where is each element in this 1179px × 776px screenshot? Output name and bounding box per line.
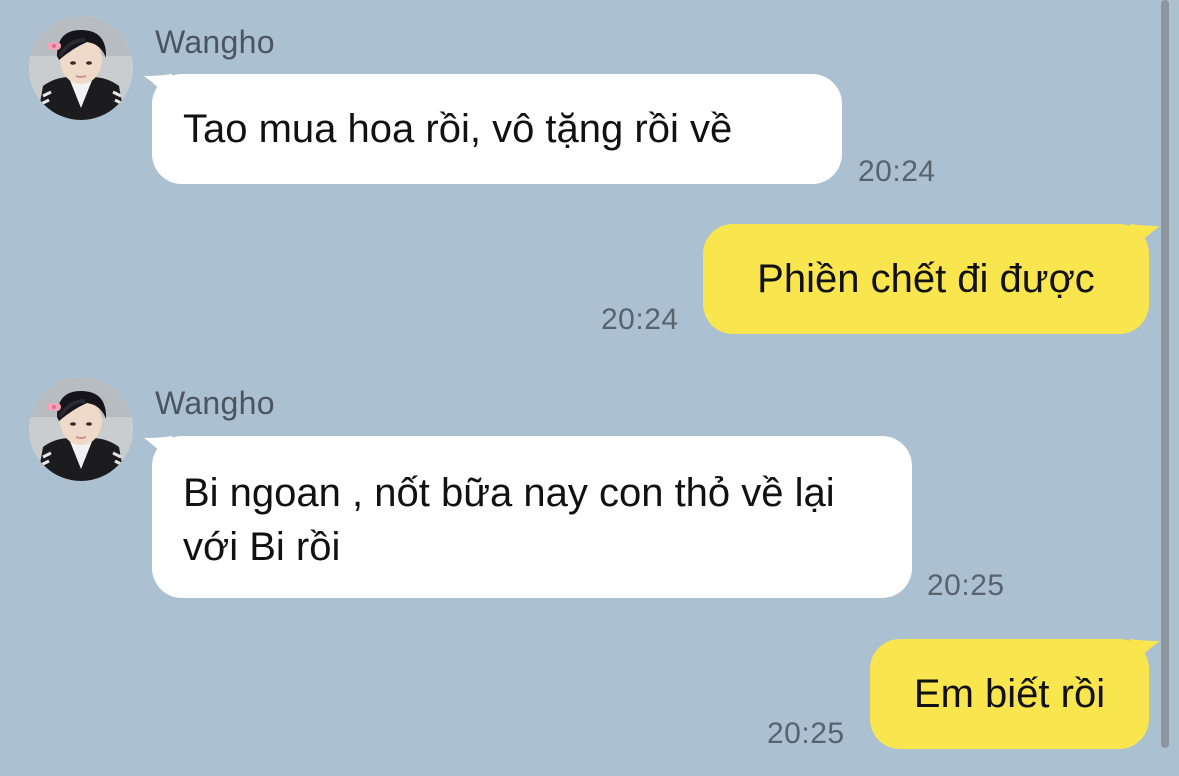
vertical-scrollbar[interactable] xyxy=(1161,0,1169,748)
avatar-photo-icon xyxy=(29,16,133,120)
message-text: Tao mua hoa rồi, vô tặng rồi về xyxy=(183,107,733,151)
sender-name: Wangho xyxy=(155,24,275,60)
chat-view: Wangho Tao mua hoa rồi, vô tặng rồi về 2… xyxy=(0,0,1179,776)
sender-avatar[interactable] xyxy=(29,16,133,120)
sender-avatar[interactable] xyxy=(29,377,133,481)
message-timestamp: 20:25 xyxy=(927,569,1005,602)
incoming-message-bubble[interactable]: Tao mua hoa rồi, vô tặng rồi về xyxy=(152,74,842,184)
outgoing-message-bubble[interactable]: Em biết rồi xyxy=(870,639,1149,749)
message-timestamp: 20:25 xyxy=(767,717,845,750)
message-text: Phiền chết đi được xyxy=(757,257,1095,301)
outgoing-message-bubble[interactable]: Phiền chết đi được xyxy=(703,224,1149,334)
message-text: Bi ngoan , nốt bữa nay con thỏ về lại vớ… xyxy=(183,471,835,569)
incoming-message-bubble[interactable]: Bi ngoan , nốt bữa nay con thỏ về lại vớ… xyxy=(152,436,912,598)
sender-name: Wangho xyxy=(155,385,275,421)
message-timestamp: 20:24 xyxy=(858,155,936,188)
message-timestamp: 20:24 xyxy=(601,303,679,336)
message-text: Em biết rồi xyxy=(913,672,1106,716)
avatar-photo-icon xyxy=(29,377,133,481)
